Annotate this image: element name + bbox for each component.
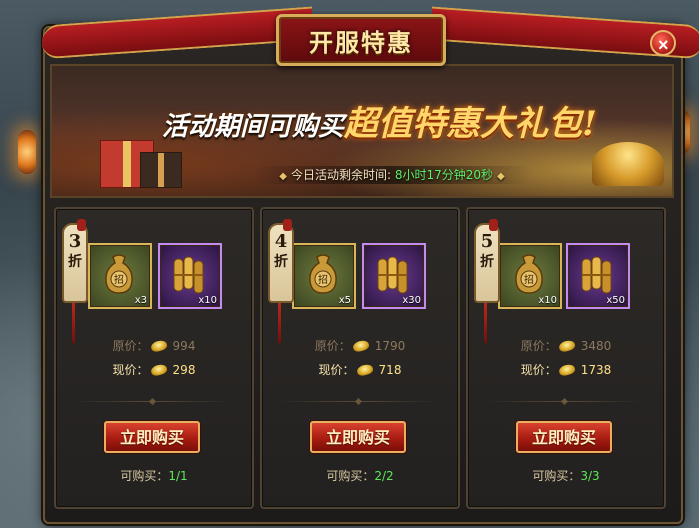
original-price-value: 3480 xyxy=(580,339,612,353)
current-price-value: 1738 xyxy=(580,363,612,377)
current-price-row: 现价： 1738 xyxy=(468,361,664,378)
discount-tag: 3 折 xyxy=(62,219,88,303)
purchase-limit: 可购买：1/1 xyxy=(56,467,252,484)
buy-now-button[interactable]: 立即购买 xyxy=(104,421,200,453)
event-timer: ◆ 今日活动剩余时间: 8小时17分钟20秒 ◆ xyxy=(252,166,532,184)
original-price-label: 原价： xyxy=(112,339,149,353)
gold-ingot-icon xyxy=(351,339,370,353)
purchase-limit-label: 可购买： xyxy=(120,469,169,483)
promo-banner: 活动期间可购买超值特惠大礼包! ◆ 今日活动剩余时间: 8小时17分钟20秒 ◆ xyxy=(50,64,674,198)
token-pouch-icon: 招 xyxy=(309,254,337,294)
item-quantity: x3 xyxy=(134,295,147,306)
dialog-title: 开服特惠 xyxy=(309,27,413,57)
discount-tag: 4 折 xyxy=(268,219,294,303)
discount-number: 3 xyxy=(68,231,82,252)
reward-item-scrolls[interactable]: x10 xyxy=(158,243,222,309)
offer-card-3: 5 折 招 x10 x50 原价： 3480 现价： 1738 立即购买 可购买：3… xyxy=(466,207,666,509)
current-price-row: 现价： 298 xyxy=(56,361,252,378)
purchase-limit: 可购买：2/2 xyxy=(262,467,458,484)
close-button[interactable]: × xyxy=(650,30,676,56)
offer-card-1: 3 折 招 x3 x10 原价： 994 现价： 298 立即购买 可购买：1/1 xyxy=(54,207,254,509)
discount-number: 4 xyxy=(274,231,288,252)
tag-knot-icon xyxy=(77,219,86,231)
original-price-label: 原价： xyxy=(314,339,351,353)
svg-text:招: 招 xyxy=(524,273,534,286)
banner-heading-prefix: 活动期间可购买 xyxy=(162,112,345,142)
discount-unit: 折 xyxy=(480,254,494,270)
gold-ingot-icon xyxy=(557,363,576,377)
current-price-label: 现价： xyxy=(520,363,557,377)
original-price-value: 994 xyxy=(172,339,196,353)
tag-knot-icon xyxy=(283,219,292,231)
banner-heading-highlight: 超值特惠大礼包! xyxy=(344,104,597,144)
discount-unit: 折 xyxy=(274,254,288,270)
divider xyxy=(486,401,642,402)
token-pouch-icon: 招 xyxy=(105,254,133,294)
diamond-icon: ◆ xyxy=(279,171,287,182)
gold-ingot-icon xyxy=(149,339,168,353)
gold-ingot-icon xyxy=(557,339,576,353)
current-price-label: 现价： xyxy=(112,363,149,377)
timer-value: 8小时17分钟20秒 xyxy=(394,168,494,182)
current-price-value: 718 xyxy=(378,363,402,377)
treasure-pile-icon xyxy=(592,142,664,186)
reward-item-pouch[interactable]: 招 x5 xyxy=(292,243,356,309)
gold-ingot-icon xyxy=(355,363,374,377)
banner-heading: 活动期间可购买超值特惠大礼包! xyxy=(162,96,662,145)
divider xyxy=(280,401,436,402)
dialog-title-plaque: 开服特惠 xyxy=(276,14,446,66)
item-quantity: x10 xyxy=(198,295,217,306)
timer-label: 今日活动剩余时间: xyxy=(290,168,392,182)
original-price-row: 原价： 1790 xyxy=(262,337,458,354)
current-price-label: 现价： xyxy=(318,363,355,377)
item-quantity: x30 xyxy=(402,295,421,306)
lantern-left-icon xyxy=(18,130,36,174)
divider xyxy=(74,401,230,402)
offer-card-2: 4 折 招 x5 x30 原价： 1790 现价： 718 立即购买 可购买：2/2 xyxy=(260,207,460,509)
item-quantity: x10 xyxy=(538,295,557,306)
purchase-limit: 可购买：3/3 xyxy=(468,467,664,484)
original-price-value: 1790 xyxy=(374,339,406,353)
discount-unit: 折 xyxy=(68,254,82,270)
scroll-bundle-icon xyxy=(377,256,408,294)
diamond-icon: ◆ xyxy=(497,171,505,182)
scroll-bundle-icon xyxy=(581,256,612,294)
purchase-limit-count: 3/3 xyxy=(580,469,600,483)
reward-item-scrolls[interactable]: x30 xyxy=(362,243,426,309)
discount-number: 5 xyxy=(480,231,494,252)
item-quantity: x5 xyxy=(338,295,351,306)
purchase-limit-label: 可购买： xyxy=(326,469,375,483)
buy-now-button[interactable]: 立即购买 xyxy=(516,421,612,453)
token-pouch-icon: 招 xyxy=(515,254,543,294)
tag-knot-icon xyxy=(489,219,498,231)
svg-text:招: 招 xyxy=(318,273,328,286)
discount-tag: 5 折 xyxy=(474,219,500,303)
original-price-label: 原价： xyxy=(520,339,557,353)
original-price-row: 原价： 994 xyxy=(56,337,252,354)
scroll-bundle-icon xyxy=(173,256,204,294)
purchase-limit-label: 可购买： xyxy=(532,469,581,483)
buy-now-button[interactable]: 立即购买 xyxy=(310,421,406,453)
reward-item-scrolls[interactable]: x50 xyxy=(566,243,630,309)
gold-ingot-icon xyxy=(149,363,168,377)
reward-item-pouch[interactable]: 招 x10 xyxy=(498,243,562,309)
current-price-row: 现价： 718 xyxy=(262,361,458,378)
svg-text:招: 招 xyxy=(114,273,124,286)
reward-item-pouch[interactable]: 招 x3 xyxy=(88,243,152,309)
purchase-limit-count: 2/2 xyxy=(374,469,394,483)
purchase-limit-count: 1/1 xyxy=(168,469,188,483)
original-price-row: 原价： 3480 xyxy=(468,337,664,354)
gift-box-icon xyxy=(140,152,182,188)
current-price-value: 298 xyxy=(172,363,196,377)
item-quantity: x50 xyxy=(606,295,625,306)
